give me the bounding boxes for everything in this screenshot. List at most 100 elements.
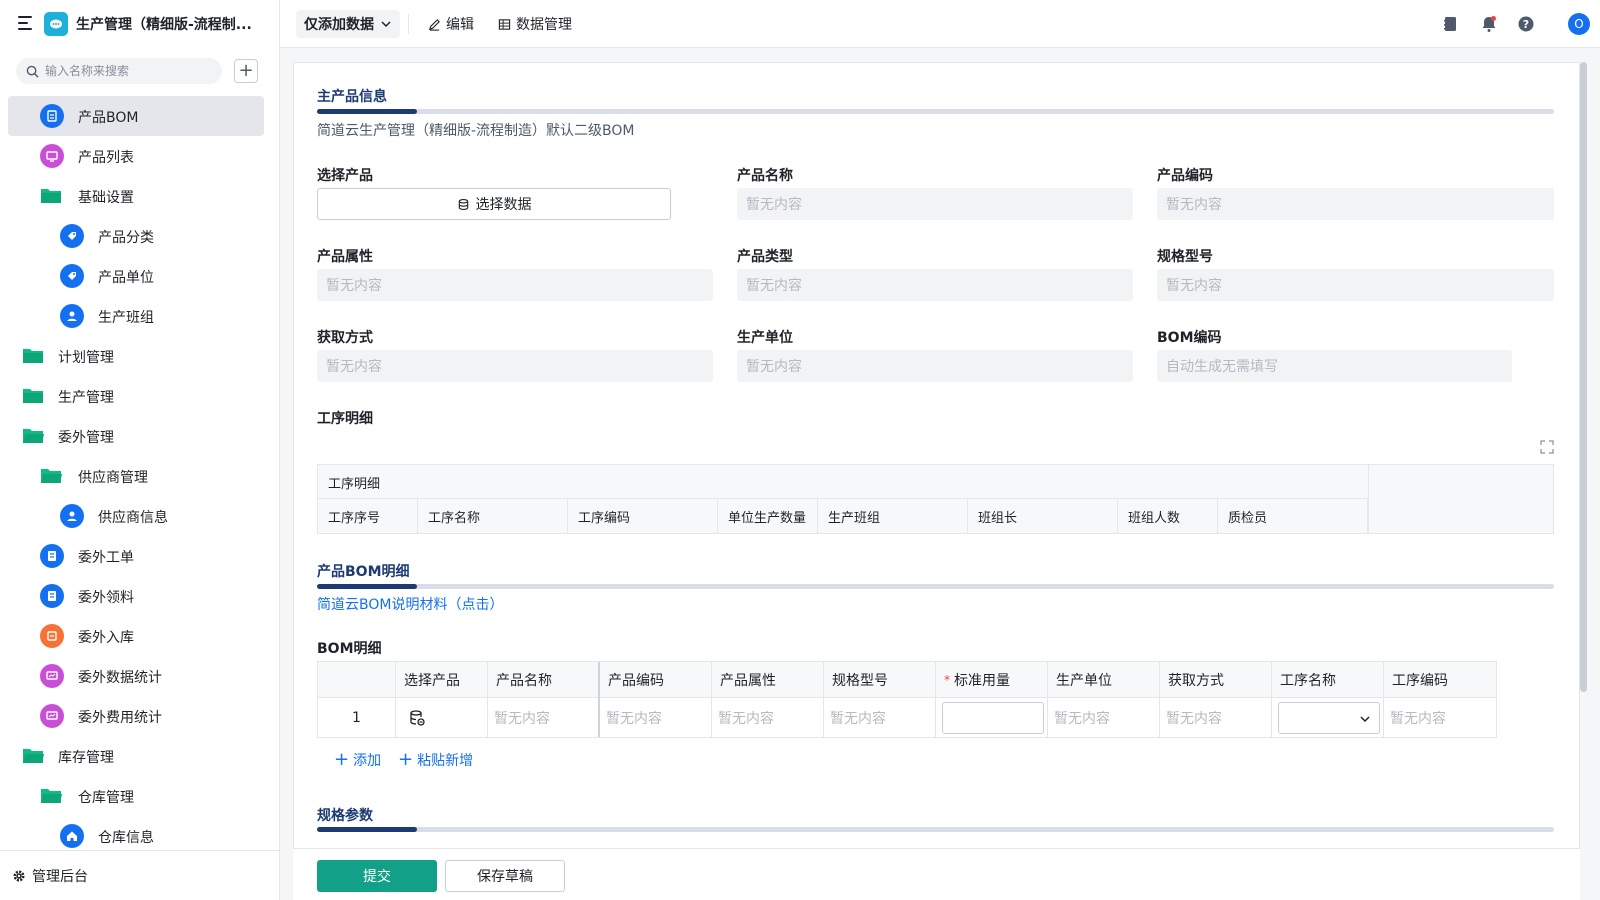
section-title-main-product: 主产品信息 [317, 89, 387, 105]
help-icon[interactable]: ? [1516, 14, 1536, 34]
search-input[interactable] [45, 64, 205, 78]
product-attr-field: 暂无内容 [317, 269, 713, 301]
product-name-field: 暂无内容 [737, 188, 1133, 220]
sidebar-item-supplier-info[interactable]: 供应商信息 [8, 496, 264, 536]
notebook-icon[interactable] [1440, 14, 1460, 34]
sidebar-item-label: 产品列表 [78, 150, 134, 166]
section-title-spec-params: 规格参数 [317, 808, 373, 824]
sidebar-item-label: 委外入库 [78, 630, 134, 646]
process-col-header: 工序名称 [418, 499, 568, 533]
bom-col-header: 生产单位 [1048, 662, 1160, 698]
field-label-spec-model: 规格型号 [1157, 249, 1213, 265]
sidebar-item-production-team[interactable]: 生产班组 [8, 296, 264, 336]
process-col-header: 班组长 [968, 499, 1118, 533]
field-label-prod-unit: 生产单位 [737, 330, 793, 346]
folder-icon [23, 349, 43, 363]
sidebar-item-basic-settings[interactable]: 基础设置 [8, 176, 264, 216]
database-select-icon[interactable] [408, 709, 426, 727]
process-name-select[interactable] [1278, 701, 1380, 734]
submit-button[interactable]: 提交 [317, 860, 437, 892]
bom-col-header: 选择产品 [396, 662, 488, 698]
sidebar-item-outsource-cost[interactable]: 委外费用统计 [8, 696, 264, 736]
bom-prod-unit-cell: 暂无内容 [1048, 698, 1160, 737]
bell-icon[interactable] [1479, 14, 1499, 34]
sidebar-item-outsource-order[interactable]: 委外工单 [8, 536, 264, 576]
process-col-header: 工序序号 [318, 499, 418, 533]
paste-add-label: 粘贴新增 [417, 753, 474, 769]
sidebar-header: 生产管理（精细版-流程制... [0, 0, 280, 48]
plus-icon: + [398, 749, 414, 770]
bom-select-product-cell[interactable] [396, 698, 488, 737]
bom-col-header: 获取方式 [1160, 662, 1272, 698]
bom-product-attr-cell: 暂无内容 [712, 698, 824, 737]
sidebar-item-warehouse-management[interactable]: 仓库管理 [8, 776, 264, 816]
filter-dropdown[interactable]: 仅添加数据 [296, 10, 400, 38]
bom-std-usage-cell [936, 698, 1048, 737]
process-table-caption: 工序明细 [328, 477, 381, 492]
bom-guide-link[interactable]: 简道云BOM说明材料（点击） [317, 594, 503, 614]
sidebar-item-product-category[interactable]: 产品分类 [8, 216, 264, 256]
acquire-method-field: 暂无内容 [317, 350, 713, 382]
standard-usage-input[interactable] [942, 701, 1044, 734]
add-row-button[interactable]: + 添加 [334, 750, 381, 770]
sidebar-item-product-unit[interactable]: 产品单位 [8, 256, 264, 296]
box-icon [40, 624, 64, 648]
sidebar-item-outsource-management[interactable]: 委外管理 [8, 416, 264, 456]
database-icon [458, 198, 468, 210]
bom-process-code-cell: 暂无内容 [1390, 710, 1446, 727]
menu-icon[interactable] [18, 16, 34, 30]
filter-label: 仅添加数据 [304, 17, 374, 33]
bom-row-index: 1 [318, 698, 396, 737]
scrollbar[interactable] [1580, 62, 1587, 692]
data-management-button[interactable]: 数据管理 [498, 14, 572, 34]
bom-spec-model-cell: 暂无内容 [824, 698, 936, 737]
sidebar-item-label: 委外费用统计 [78, 710, 162, 726]
process-col-header: 单位生产数量 [718, 499, 818, 533]
sidebar-item-plan-management[interactable]: 计划管理 [8, 336, 264, 376]
save-draft-button[interactable]: 保存草稿 [445, 860, 565, 892]
user-icon [60, 504, 84, 528]
folder-icon [41, 189, 61, 203]
sidebar-item-label: 仓库信息 [98, 830, 154, 846]
admin-console-link[interactable]: 管理后台 [0, 850, 280, 900]
list-icon [40, 144, 64, 168]
product-code-field: 暂无内容 [1157, 188, 1554, 220]
bom-col-header: 产品属性 [712, 662, 824, 698]
chevron-down-icon [1360, 715, 1370, 722]
sidebar-item-label: 库存管理 [58, 750, 114, 766]
bom-col-header: 工序编码 [1392, 673, 1448, 689]
sidebar-item-outsource-stats[interactable]: 委外数据统计 [8, 656, 264, 696]
sidebar-item-outsource-inbound[interactable]: 委外入库 [8, 616, 264, 656]
sidebar-item-label: 委外领料 [78, 590, 134, 606]
bom-col-header: 产品编码 [600, 662, 712, 698]
select-data-button[interactable]: 选择数据 [317, 188, 671, 220]
field-label-product-type: 产品类型 [737, 249, 793, 265]
add-button[interactable]: + [234, 59, 258, 83]
sidebar-item-production-management[interactable]: 生产管理 [8, 376, 264, 416]
paste-add-button[interactable]: + 粘贴新增 [398, 750, 473, 770]
select-data-label: 选择数据 [475, 197, 532, 213]
folder-open-icon [41, 789, 62, 803]
sidebar-item-outsource-picking[interactable]: 委外领料 [8, 576, 264, 616]
sidebar-item-product-bom[interactable]: 产品BOM [8, 96, 264, 136]
doc-icon [40, 544, 64, 568]
add-row-label: 添加 [353, 753, 382, 769]
expand-icon[interactable] [1540, 440, 1554, 454]
gear-icon [13, 870, 25, 881]
sidebar-item-label: 产品单位 [98, 270, 154, 286]
sidebar-item-product-list[interactable]: 产品列表 [8, 136, 264, 176]
sidebar-item-supplier-management[interactable]: 供应商管理 [8, 456, 264, 496]
avatar[interactable]: O [1568, 13, 1590, 35]
svg-text:?: ? [1523, 18, 1529, 31]
process-col-header: 班组人数 [1118, 499, 1218, 533]
sidebar-item-inventory-management[interactable]: 库存管理 [8, 736, 264, 776]
folder-open-icon [23, 749, 44, 763]
folder-icon [23, 389, 43, 403]
edit-button[interactable]: 编辑 [428, 14, 474, 34]
process-col-header: 工序编码 [568, 499, 718, 533]
app-title[interactable]: 生产管理（精细版-流程制... [76, 14, 252, 34]
bom-icon [40, 104, 64, 128]
sidebar: 生产管理（精细版-流程制... + 产品BOM 产品列表 基础设置 产品分类 产… [0, 0, 280, 900]
edit-label: 编辑 [446, 17, 474, 33]
bom-code-field: 自动生成无需填写 [1157, 350, 1512, 382]
